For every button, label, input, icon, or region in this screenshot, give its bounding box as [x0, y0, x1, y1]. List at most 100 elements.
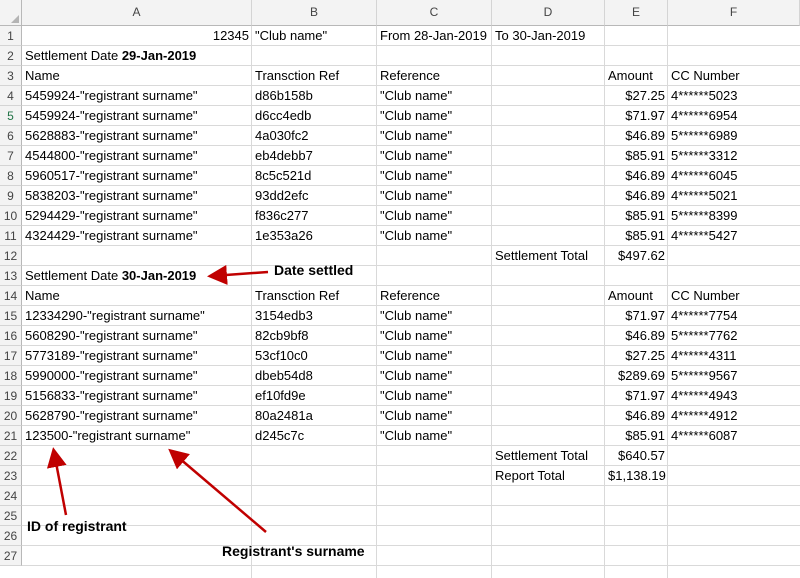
- cell-transaction-ref[interactable]: d245c7c: [252, 426, 377, 446]
- cell-amount[interactable]: $71.97: [605, 306, 668, 326]
- cell-amount[interactable]: $46.89: [605, 166, 668, 186]
- cell-b1-club[interactable]: "Club name": [252, 26, 377, 46]
- cell-transaction-ref[interactable]: 1e353a26: [252, 226, 377, 246]
- cell-cc-number[interactable]: 4******4311: [668, 346, 800, 366]
- row-header-18[interactable]: 18: [0, 366, 22, 386]
- header-reference[interactable]: Reference: [377, 66, 492, 86]
- settlement-total-label[interactable]: Settlement Total: [492, 446, 605, 466]
- spreadsheet[interactable]: ABCDEF 1 2 3 4 5 6 7 8 9 10 11 12 13 14 15 16 17 18 19 20 21…: [0, 0, 800, 578]
- row-header-24[interactable]: 24: [0, 486, 22, 506]
- cell-name[interactable]: 5608290-"registrant surname": [22, 326, 252, 346]
- row-header-10[interactable]: 10: [0, 206, 22, 226]
- cell-cc-number[interactable]: 5******7762: [668, 326, 800, 346]
- select-all-corner[interactable]: [0, 0, 22, 26]
- header-transaction-ref[interactable]: Transction Ref: [252, 66, 377, 86]
- cell-name[interactable]: 5294429-"registrant surname": [22, 206, 252, 226]
- cell-cc-number[interactable]: 4******6045: [668, 166, 800, 186]
- cell-amount[interactable]: $27.25: [605, 86, 668, 106]
- cell-transaction-ref[interactable]: eb4debb7: [252, 146, 377, 166]
- row-header-2[interactable]: 2: [0, 46, 22, 66]
- cell-transaction-ref[interactable]: d6cc4edb: [252, 106, 377, 126]
- cell-d1-to[interactable]: To 30-Jan-2019: [492, 26, 605, 46]
- cell-name[interactable]: 5628790-"registrant surname": [22, 406, 252, 426]
- cell-cc-number[interactable]: 4******4943: [668, 386, 800, 406]
- cell-name[interactable]: 5156833-"registrant surname": [22, 386, 252, 406]
- row-header-12[interactable]: 12: [0, 246, 22, 266]
- cell-amount[interactable]: $85.91: [605, 206, 668, 226]
- header-amount[interactable]: Amount: [605, 286, 668, 306]
- row-header-7[interactable]: 7: [0, 146, 22, 166]
- cell-transaction-ref[interactable]: 3154edb3: [252, 306, 377, 326]
- cell-reference[interactable]: "Club name": [377, 186, 492, 206]
- row-header-16[interactable]: 16: [0, 326, 22, 346]
- row-header-17[interactable]: 17: [0, 346, 22, 366]
- column-header-b[interactable]: B: [252, 0, 377, 26]
- settlement-total-value[interactable]: $640.57: [605, 446, 668, 466]
- row-header-21[interactable]: 21: [0, 426, 22, 446]
- cell-transaction-ref[interactable]: dbeb54d8: [252, 366, 377, 386]
- cell-cc-number[interactable]: 4******5427: [668, 226, 800, 246]
- cell-transaction-ref[interactable]: ef10fd9e: [252, 386, 377, 406]
- row-header-8[interactable]: 8: [0, 166, 22, 186]
- cell-reference[interactable]: "Club name": [377, 86, 492, 106]
- cell-reference[interactable]: "Club name": [377, 146, 492, 166]
- column-header-d[interactable]: D: [492, 0, 605, 26]
- column-header-f[interactable]: F: [668, 0, 800, 26]
- cell-reference[interactable]: "Club name": [377, 426, 492, 446]
- row-header-26[interactable]: 26: [0, 526, 22, 546]
- cell-transaction-ref[interactable]: 82cb9bf8: [252, 326, 377, 346]
- cell-name[interactable]: 123500-"registrant surname": [22, 426, 252, 446]
- cell-name[interactable]: 5990000-"registrant surname": [22, 366, 252, 386]
- cell-reference[interactable]: "Club name": [377, 106, 492, 126]
- cell-transaction-ref[interactable]: 8c5c521d: [252, 166, 377, 186]
- cell-amount[interactable]: $85.91: [605, 426, 668, 446]
- cell-name[interactable]: 5773189-"registrant surname": [22, 346, 252, 366]
- header-reference[interactable]: Reference: [377, 286, 492, 306]
- header-transaction-ref[interactable]: Transction Ref: [252, 286, 377, 306]
- row-header-19[interactable]: 19: [0, 386, 22, 406]
- cell-amount[interactable]: $46.89: [605, 406, 668, 426]
- cell-cc-number[interactable]: 4******4912: [668, 406, 800, 426]
- header-amount[interactable]: Amount: [605, 66, 668, 86]
- row-header-15[interactable]: 15: [0, 306, 22, 326]
- cell-amount[interactable]: $71.97: [605, 106, 668, 126]
- row-header-5[interactable]: 5: [0, 106, 22, 126]
- cell-reference[interactable]: "Club name": [377, 326, 492, 346]
- cell-transaction-ref[interactable]: f836c277: [252, 206, 377, 226]
- cell-amount[interactable]: $71.97: [605, 386, 668, 406]
- cell-name[interactable]: 12334290-"registrant surname": [22, 306, 252, 326]
- header-name[interactable]: Name: [22, 286, 252, 306]
- cell-reference[interactable]: "Club name": [377, 386, 492, 406]
- row-header-23[interactable]: 23: [0, 466, 22, 486]
- cell-reference[interactable]: "Club name": [377, 226, 492, 246]
- row-header-25[interactable]: 25: [0, 506, 22, 526]
- row-header-1[interactable]: 1: [0, 26, 22, 46]
- cell-cc-number[interactable]: 5******8399: [668, 206, 800, 226]
- row-header-3[interactable]: 3: [0, 66, 22, 86]
- cell-name[interactable]: 5838203-"registrant surname": [22, 186, 252, 206]
- row-header-20[interactable]: 20: [0, 406, 22, 426]
- row-header-22[interactable]: 22: [0, 446, 22, 466]
- header-name[interactable]: Name: [22, 66, 252, 86]
- cell-transaction-ref[interactable]: 93dd2efc: [252, 186, 377, 206]
- cell-reference[interactable]: "Club name": [377, 166, 492, 186]
- cell-amount[interactable]: $46.89: [605, 186, 668, 206]
- report-total-value[interactable]: $1,138.19: [605, 466, 668, 486]
- row-header-27[interactable]: 27: [0, 546, 22, 566]
- cell-cc-number[interactable]: 5******6989: [668, 126, 800, 146]
- cell-cc-number[interactable]: 4******7754: [668, 306, 800, 326]
- row-header-9[interactable]: 9: [0, 186, 22, 206]
- row-header-13[interactable]: 13: [0, 266, 22, 286]
- cell-transaction-ref[interactable]: 4a030fc2: [252, 126, 377, 146]
- header-cc-number[interactable]: CC Number: [668, 286, 800, 306]
- cell-amount[interactable]: $27.25: [605, 346, 668, 366]
- row-header-14[interactable]: 14: [0, 286, 22, 306]
- cell-name[interactable]: 5960517-"registrant surname": [22, 166, 252, 186]
- cell-transaction-ref[interactable]: 80a2481a: [252, 406, 377, 426]
- cell-name[interactable]: 5459924-"registrant surname": [22, 106, 252, 126]
- cell-amount[interactable]: $46.89: [605, 126, 668, 146]
- row-header-4[interactable]: 4: [0, 86, 22, 106]
- settlement-total-label[interactable]: Settlement Total: [492, 246, 605, 266]
- cell-cc-number[interactable]: 4******6954: [668, 106, 800, 126]
- cell-cc-number[interactable]: 4******5023: [668, 86, 800, 106]
